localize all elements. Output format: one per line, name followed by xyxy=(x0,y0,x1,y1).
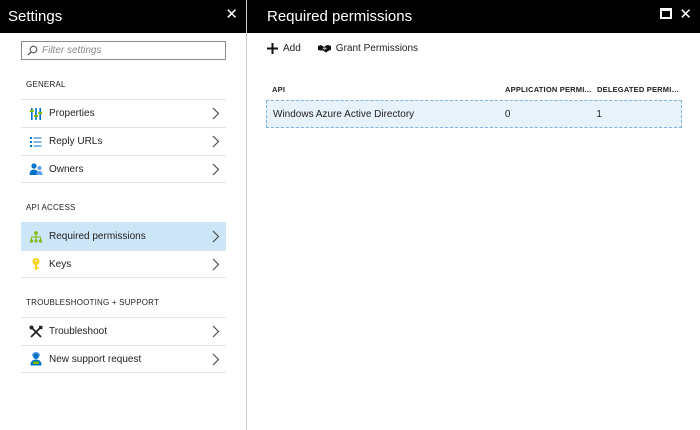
filter-settings-field[interactable] xyxy=(21,41,226,60)
command-bar: Add Grant Permissions xyxy=(267,41,435,55)
permissions-close-icon[interactable]: ✕ xyxy=(679,5,692,23)
menu-item-label: Reply URLs xyxy=(49,136,103,147)
menu-item-label: Owners xyxy=(49,163,84,175)
chevron-right-icon xyxy=(212,258,220,271)
menu-item-label: Troubleshoot xyxy=(49,326,107,337)
grant-permissions-button[interactable]: Grant Permissions xyxy=(317,42,419,54)
settings-close-icon[interactable]: ✕ xyxy=(225,5,238,23)
section-label-general: GENERAL xyxy=(26,80,66,89)
key-icon xyxy=(29,257,43,271)
settings-blade: Settings ✕ GENERAL Properties xyxy=(0,0,246,430)
chevron-right-icon xyxy=(212,230,220,243)
menu-item-reply-urls[interactable]: Reply URLs xyxy=(21,127,226,155)
menu-item-label: Required permissions xyxy=(49,231,146,242)
required-permissions-icon xyxy=(29,230,43,244)
chevron-right-icon xyxy=(212,325,220,338)
permissions-title: Required permissions xyxy=(267,8,413,25)
add-label: Add xyxy=(283,42,301,54)
section-label-troubleshooting-support: TROUBLESHOOTING + SUPPORT xyxy=(26,298,160,307)
chevron-right-icon xyxy=(212,135,220,148)
menu-item-properties[interactable]: Properties xyxy=(21,99,226,127)
menu-item-label: Properties xyxy=(49,108,95,119)
plus-icon xyxy=(267,42,278,54)
handshake-icon xyxy=(317,44,331,53)
maximize-icon[interactable] xyxy=(660,8,672,19)
support-person-icon xyxy=(29,352,43,366)
column-header-delegated-permissions[interactable]: DELEGATED PERMIS... xyxy=(596,85,682,94)
settings-title: Settings xyxy=(8,8,63,25)
menu-item-owners[interactable]: Owners xyxy=(21,155,226,183)
menu-item-label: Keys xyxy=(49,258,72,270)
cell-delegated-permissions: 1 xyxy=(596,108,602,120)
table-header: API APPLICATION PERMI... DELEGATED PERMI… xyxy=(266,78,682,100)
chevron-right-icon xyxy=(212,353,220,366)
chevron-right-icon xyxy=(212,107,220,120)
menu-item-new-support-request[interactable]: New support request xyxy=(21,345,226,373)
filter-settings-input[interactable] xyxy=(42,45,217,56)
column-header-application-permissions[interactable]: APPLICATION PERMI... xyxy=(504,85,596,94)
settings-titlebar: Settings ✕ xyxy=(0,0,246,33)
column-header-api[interactable]: API xyxy=(266,85,504,94)
owners-icon xyxy=(29,162,43,176)
properties-icon xyxy=(29,107,43,121)
permissions-titlebar: Required permissions ✕ xyxy=(247,0,700,33)
menu-item-label: New support request xyxy=(49,353,142,365)
required-permissions-blade: Required permissions ✕ Add Grant Permiss… xyxy=(247,0,700,430)
menu-item-required-permissions[interactable]: Required permissions xyxy=(21,222,226,250)
search-icon xyxy=(27,45,38,56)
menu-item-troubleshoot[interactable]: Troubleshoot xyxy=(21,317,226,345)
section-label-api-access: API ACCESS xyxy=(26,203,76,212)
add-button[interactable]: Add xyxy=(267,42,301,54)
table-row[interactable]: Windows Azure Active Directory 0 1 xyxy=(266,100,682,128)
grant-permissions-label: Grant Permissions xyxy=(335,42,419,54)
cell-api: Windows Azure Active Directory xyxy=(273,108,415,120)
tools-icon xyxy=(29,325,43,339)
chevron-right-icon xyxy=(212,163,220,176)
cell-application-permissions: 0 xyxy=(504,108,511,120)
permissions-table: API APPLICATION PERMI... DELEGATED PERMI… xyxy=(266,78,682,128)
reply-urls-icon xyxy=(29,135,43,149)
menu-item-keys[interactable]: Keys xyxy=(21,250,226,278)
